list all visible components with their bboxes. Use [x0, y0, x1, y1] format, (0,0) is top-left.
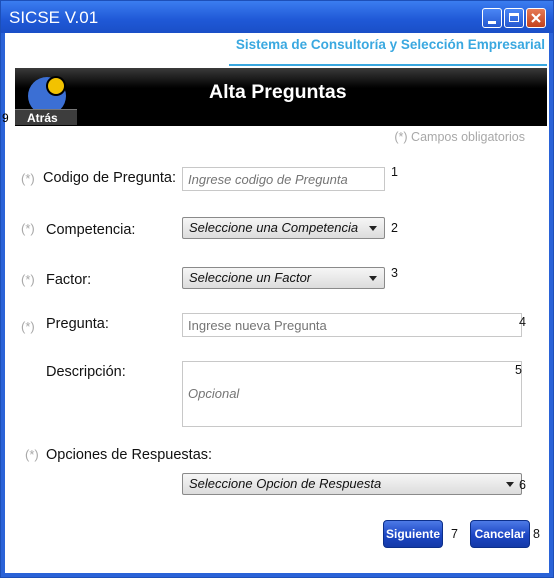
opciones-label: Opciones de Respuestas:	[46, 447, 213, 463]
competencia-value: Seleccione una Competencia	[189, 220, 359, 235]
required-marker: (*)	[21, 221, 35, 236]
minimize-button[interactable]	[482, 8, 502, 28]
opciones-select[interactable]: Seleccione Opcion de Respuesta	[182, 473, 522, 495]
window-title: SICSE V.01	[9, 8, 99, 27]
factor-value: Seleccione un Factor	[189, 270, 312, 285]
back-number-label: 9	[2, 111, 9, 125]
back-button[interactable]: Atrás	[15, 109, 77, 125]
codigo-label: Codigo de Pregunta:	[43, 170, 177, 186]
siguiente-button[interactable]: Siguiente	[383, 520, 443, 548]
factor-select[interactable]: Seleccione un Factor	[182, 267, 385, 289]
maximize-button[interactable]	[504, 8, 524, 28]
factor-number: 3	[391, 266, 398, 280]
subtitle-underline	[229, 64, 547, 66]
competencia-label: Competencia:	[46, 222, 136, 238]
required-marker: (*)	[21, 319, 35, 334]
pregunta-label: Pregunta:	[46, 316, 109, 332]
close-icon	[531, 13, 541, 23]
chevron-down-icon	[369, 226, 377, 231]
required-marker: (*)	[21, 272, 35, 287]
required-fields-note: (*) Campos obligatorios	[394, 130, 525, 144]
header-banner: Alta Preguntas Atrás	[15, 68, 547, 126]
page-title: Alta Preguntas	[209, 81, 347, 103]
close-button[interactable]	[526, 8, 546, 28]
back-button-label: Atrás	[27, 111, 58, 125]
cancelar-number: 8	[533, 527, 540, 541]
form-client-area: Sistema de Consultoría y Selección Empre…	[2, 33, 549, 573]
minimize-icon	[488, 21, 496, 24]
title-bar[interactable]: SICSE V.01	[1, 1, 553, 33]
cancelar-button[interactable]: Cancelar	[470, 520, 530, 548]
factor-label: Factor:	[46, 272, 92, 288]
codigo-number: 1	[391, 165, 398, 179]
required-marker: (*)	[25, 447, 39, 462]
codigo-input[interactable]	[182, 167, 385, 191]
pregunta-input[interactable]	[182, 313, 522, 337]
descripcion-number: 5	[515, 363, 522, 377]
required-marker: (*)	[21, 171, 35, 186]
app-window: SICSE V.01 Sistema de Consultoría y Sele…	[0, 0, 554, 578]
cancelar-label: Cancelar	[474, 527, 526, 541]
descripcion-label: Descripción:	[46, 364, 126, 380]
system-subtitle: Sistema de Consultoría y Selección Empre…	[235, 37, 545, 52]
competencia-select[interactable]: Seleccione una Competencia	[182, 217, 385, 239]
opciones-number: 6	[519, 478, 526, 492]
chevron-down-icon	[506, 482, 514, 487]
descripcion-textarea[interactable]	[182, 361, 522, 427]
chevron-down-icon	[369, 276, 377, 281]
competencia-number: 2	[391, 221, 398, 235]
maximize-icon	[509, 13, 519, 22]
siguiente-number: 7	[451, 527, 458, 541]
siguiente-label: Siguiente	[385, 527, 440, 541]
opciones-value: Seleccione Opcion de Respuesta	[189, 476, 382, 491]
pregunta-number: 4	[519, 315, 526, 329]
